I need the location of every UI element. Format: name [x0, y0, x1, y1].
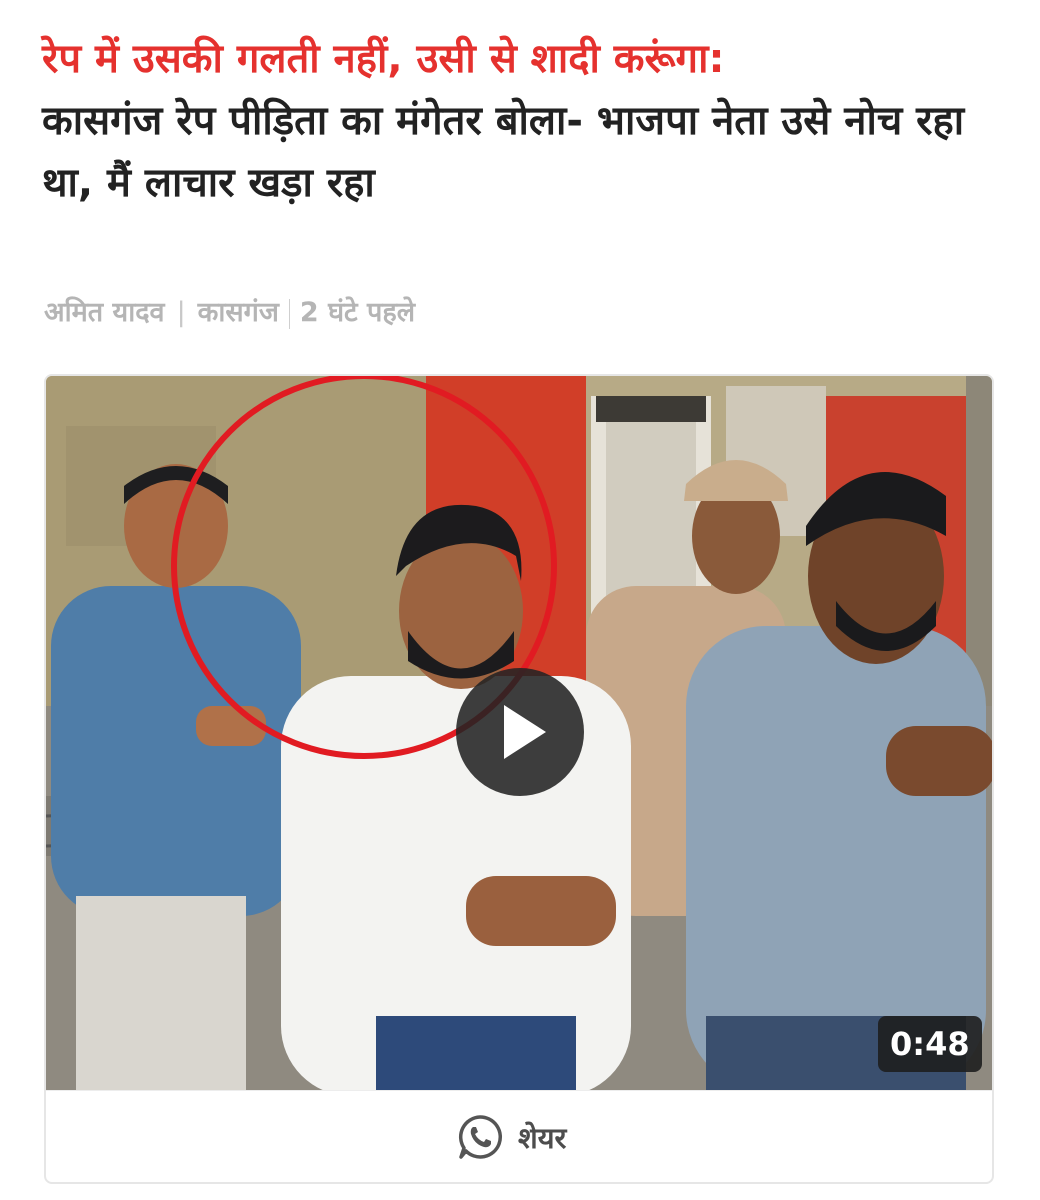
share-label: शेयर: [518, 1120, 567, 1155]
timestamp: 2 घंटे पहले: [299, 297, 416, 328]
byline-divider: [288, 298, 290, 329]
video-duration: 0:48: [878, 1016, 982, 1072]
author-name[interactable]: अमित यादव: [44, 297, 165, 328]
whatsapp-icon: [458, 1115, 503, 1159]
video-player[interactable]: 0:48: [46, 376, 992, 1090]
share-bar: शेयर: [46, 1090, 992, 1182]
headline-text: कासगंज रेप पीड़िता का मंगेतर बोला- भाजपा…: [42, 98, 965, 206]
byline: अमित यादव | कासगंज 2 घंटे पहले: [44, 292, 415, 329]
play-icon: [504, 705, 546, 759]
share-button[interactable]: शेयर: [456, 1113, 566, 1161]
headline-kicker: रेप में उसकी गलती नहीं, उसी से शादी करूं…: [42, 36, 725, 82]
location-link[interactable]: कासगंज: [198, 297, 279, 328]
video-card: 0:48 शेयर: [44, 374, 994, 1184]
play-button[interactable]: [456, 668, 584, 796]
news-article: रेप में उसकी गलती नहीं, उसी से शादी करूं…: [0, 0, 1040, 1200]
byline-divider: |: [176, 297, 186, 328]
article-headline[interactable]: रेप में उसकी गलती नहीं, उसी से शादी करूं…: [42, 28, 1002, 214]
